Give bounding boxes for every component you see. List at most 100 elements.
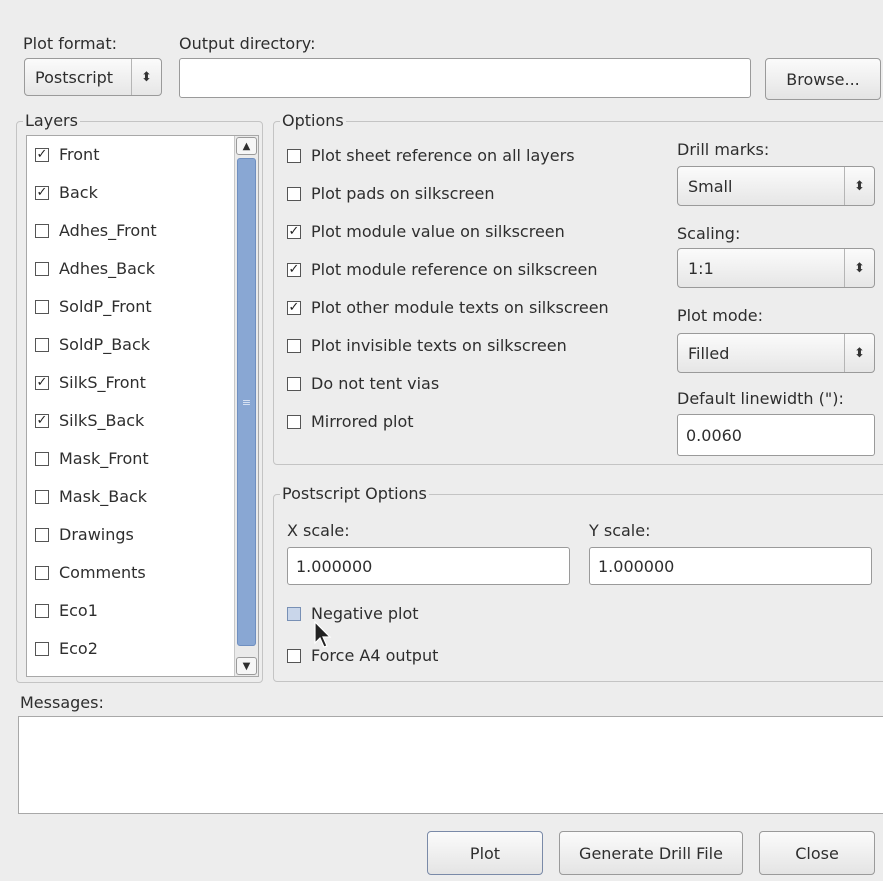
checkbox-box[interactable] xyxy=(35,261,49,276)
plot-format-label: Plot format: xyxy=(23,34,118,53)
checkbox-checked-icon[interactable]: ✓ xyxy=(35,185,49,200)
plot-format-value: Postscript xyxy=(35,67,114,87)
option-label: Plot invisible texts on silkscreen xyxy=(311,336,567,355)
checkbox-checked-icon[interactable]: ✓ xyxy=(287,300,301,315)
option-label: Mirrored plot xyxy=(311,412,414,431)
plot-mode-combo[interactable]: Filled ⬍ xyxy=(677,333,875,373)
layer-label: Eco2 xyxy=(59,639,98,658)
options-title: Options xyxy=(280,111,346,131)
option-label: Do not tent vias xyxy=(311,374,440,393)
layer-label: SilkS_Front xyxy=(59,373,146,392)
checkbox-box[interactable] xyxy=(287,338,301,353)
layer-item[interactable]: ✓ Front xyxy=(35,145,99,164)
checkbox-checked-icon[interactable]: ✓ xyxy=(35,375,49,390)
layer-label: Back xyxy=(59,183,98,202)
updown-arrow-icon: ⬍ xyxy=(844,167,874,205)
layer-label: Adhes_Front xyxy=(59,221,157,240)
output-dir-label: Output directory: xyxy=(179,34,316,53)
layer-item[interactable]: SoldP_Front xyxy=(35,297,152,316)
close-button[interactable]: Close xyxy=(759,831,875,875)
option-checkbox[interactable]: Plot invisible texts on silkscreen xyxy=(287,336,567,355)
layer-item[interactable]: SoldP_Back xyxy=(35,335,150,354)
updown-arrow-icon: ⬍ xyxy=(844,334,874,372)
checkbox-checked-icon[interactable]: ✓ xyxy=(35,413,49,428)
linewidth-input[interactable]: 0.0060 xyxy=(677,414,875,456)
y-scale-input[interactable]: 1.000000 xyxy=(589,547,872,585)
option-checkbox[interactable]: Plot pads on silkscreen xyxy=(287,184,494,203)
checkbox-box[interactable] xyxy=(287,414,301,429)
layer-item[interactable]: Mask_Front xyxy=(35,449,149,468)
postscript-title: Postscript Options xyxy=(280,484,429,504)
checkbox-box[interactable] xyxy=(35,451,49,466)
checkbox-box[interactable] xyxy=(35,337,49,352)
layer-label: Mask_Front xyxy=(59,449,149,468)
layer-label: Drawings xyxy=(59,525,134,544)
checkbox-box[interactable] xyxy=(287,648,301,663)
force-a4-checkbox[interactable]: Force A4 output xyxy=(287,646,438,665)
layer-label: Front xyxy=(59,145,100,164)
scaling-value: 1:1 xyxy=(688,258,714,278)
option-label: Plot sheet reference on all layers xyxy=(311,146,575,165)
layer-label: Mask_Back xyxy=(59,487,148,506)
x-scale-input[interactable]: 1.000000 xyxy=(287,547,570,585)
layer-item[interactable]: Adhes_Front xyxy=(35,221,157,240)
plot-button[interactable]: Plot xyxy=(427,831,543,875)
layer-item[interactable]: Comments xyxy=(35,563,146,582)
layer-item[interactable]: ✓ SilkS_Back xyxy=(35,411,144,430)
option-label: Plot pads on silkscreen xyxy=(311,184,495,203)
layer-item[interactable]: Drawings xyxy=(35,525,134,544)
layer-item[interactable]: Adhes_Back xyxy=(35,259,155,278)
option-checkbox[interactable]: ✓ Plot other module texts on silkscreen xyxy=(287,298,609,317)
option-checkbox[interactable]: ✓ Plot module value on silkscreen xyxy=(287,222,565,241)
option-checkbox[interactable]: ✓ Plot module reference on silkscreen xyxy=(287,260,597,279)
browse-button[interactable]: Browse... xyxy=(765,58,881,100)
checkbox-box[interactable] xyxy=(287,606,301,621)
drill-marks-value: Small xyxy=(688,176,733,196)
output-dir-input[interactable] xyxy=(179,58,751,98)
generate-drill-file-button[interactable]: Generate Drill File xyxy=(559,831,743,875)
plot-mode-value: Filled xyxy=(688,343,730,363)
x-scale-label: X scale: xyxy=(287,521,350,540)
drill-marks-label: Drill marks: xyxy=(677,140,770,159)
checkbox-box[interactable] xyxy=(287,186,301,201)
checkbox-box[interactable] xyxy=(287,148,301,163)
scroll-thumb[interactable]: ≡ xyxy=(237,158,256,646)
layer-label: Adhes_Back xyxy=(59,259,155,278)
checkbox-checked-icon[interactable]: ✓ xyxy=(287,224,301,239)
checkbox-checked-icon[interactable]: ✓ xyxy=(35,147,49,162)
checkbox-box[interactable] xyxy=(35,641,49,656)
drill-marks-combo[interactable]: Small ⬍ xyxy=(677,166,875,206)
checkbox-box[interactable] xyxy=(35,565,49,580)
layer-item[interactable]: ✓ SilkS_Front xyxy=(35,373,146,392)
scroll-up-icon[interactable]: ▲ xyxy=(236,137,257,155)
layer-label: SilkS_Back xyxy=(59,411,145,430)
layer-label: SoldP_Front xyxy=(59,297,152,316)
checkbox-box[interactable] xyxy=(35,603,49,618)
checkbox-box[interactable] xyxy=(35,223,49,238)
thumb-grip-icon: ≡ xyxy=(241,395,252,409)
layers-scrollbar[interactable]: ▲ ≡ ▼ xyxy=(234,136,258,676)
layer-item[interactable]: Eco1 xyxy=(35,601,98,620)
option-checkbox[interactable]: Mirrored plot xyxy=(287,412,414,431)
checkbox-box[interactable] xyxy=(35,489,49,504)
negative-plot-checkbox[interactable]: Negative plot xyxy=(287,604,419,623)
option-checkbox[interactable]: Plot sheet reference on all layers xyxy=(287,146,575,165)
messages-box[interactable] xyxy=(18,716,883,814)
scaling-combo[interactable]: 1:1 ⬍ xyxy=(677,248,875,288)
layer-label: Eco1 xyxy=(59,601,98,620)
layer-item[interactable]: ✓ Back xyxy=(35,183,98,202)
scroll-down-icon[interactable]: ▼ xyxy=(236,657,257,675)
checkbox-checked-icon[interactable]: ✓ xyxy=(287,262,301,277)
layer-item[interactable]: Mask_Back xyxy=(35,487,147,506)
layer-label: SoldP_Back xyxy=(59,335,151,354)
layer-item[interactable]: Eco2 xyxy=(35,639,98,658)
layer-label: Comments xyxy=(59,563,146,582)
linewidth-label: Default linewidth ("): xyxy=(677,389,844,408)
checkbox-box[interactable] xyxy=(35,527,49,542)
checkbox-box[interactable] xyxy=(35,299,49,314)
layers-list[interactable]: ▲ ≡ ▼ ✓ Front ✓ Back Adhes_Front Adhes_Back So… xyxy=(26,135,259,677)
layers-title: Layers xyxy=(23,111,80,131)
option-checkbox[interactable]: Do not tent vias xyxy=(287,374,439,393)
checkbox-box[interactable] xyxy=(287,376,301,391)
plot-format-combo[interactable]: Postscript ⬍ xyxy=(24,58,162,96)
